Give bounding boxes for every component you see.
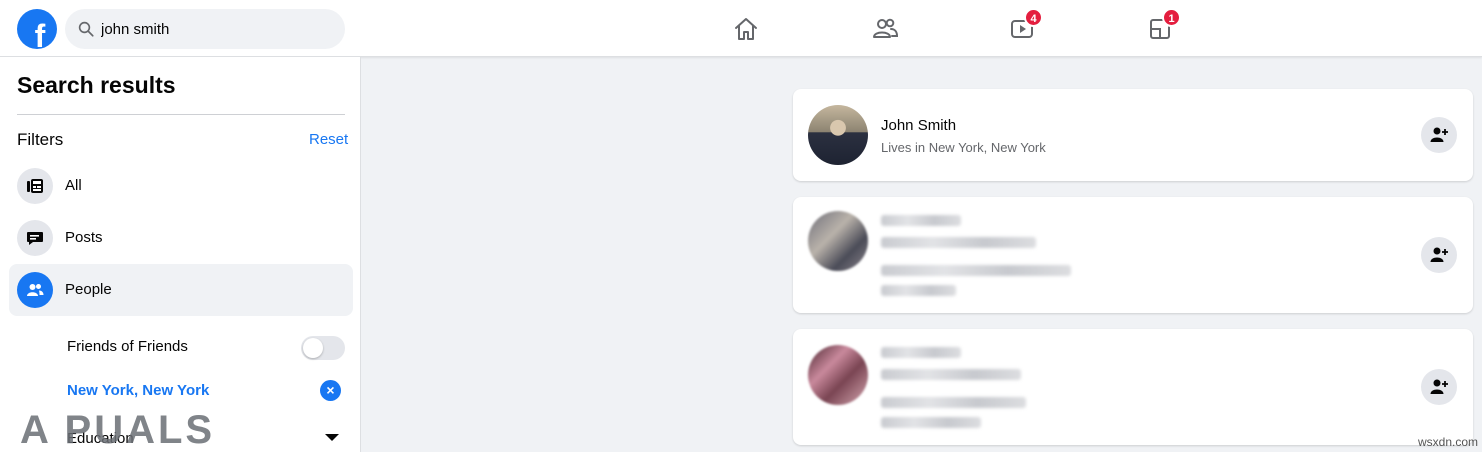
result-card[interactable]: John Smith Lives in New York, New York (793, 89, 1473, 181)
nav-friends-button[interactable] (857, 8, 913, 50)
result-card[interactable] (793, 197, 1473, 313)
location-filter-value[interactable]: New York, New York (67, 382, 209, 399)
newsfeed-icon (27, 179, 43, 193)
nav-gaming-button[interactable]: 1 (1132, 8, 1188, 50)
top-bar: f 4 1 (0, 0, 1482, 57)
filter-posts-label: Posts (65, 229, 103, 246)
add-friend-button[interactable] (1421, 117, 1457, 153)
page-title: Search results (17, 72, 176, 98)
blurred-name (881, 215, 961, 226)
filter-all-circle (17, 168, 53, 204)
nav-watch-button[interactable]: 4 (994, 8, 1050, 50)
search-input[interactable] (101, 9, 331, 49)
posts-icon (27, 232, 43, 245)
result-name[interactable]: John Smith (881, 117, 956, 134)
blurred-detail (881, 417, 981, 428)
blurred-detail (881, 397, 1026, 408)
search-icon (78, 21, 94, 37)
friends-icon (873, 18, 899, 38)
filter-people-label: People (65, 281, 112, 298)
filter-posts-circle (17, 220, 53, 256)
home-icon (735, 18, 757, 40)
profile-avatar[interactable] (808, 211, 868, 271)
blurred-name (881, 347, 961, 358)
filter-people[interactable]: People (9, 264, 353, 316)
filter-people-circle (17, 272, 53, 308)
add-friend-button[interactable] (1421, 237, 1457, 273)
filter-posts[interactable]: Posts (9, 212, 353, 264)
chevron-down-icon[interactable] (325, 434, 339, 441)
result-location: Lives in New York, New York (881, 140, 1046, 155)
toggle-knob (303, 338, 323, 358)
blurred-detail (881, 285, 956, 296)
result-card[interactable] (793, 329, 1473, 445)
search-filters-sidebar: Search results Filters Reset All Posts P… (0, 57, 361, 452)
reset-link[interactable]: Reset (309, 131, 348, 148)
clear-location-icon[interactable]: × (320, 380, 341, 401)
appuals-watermark: A PUALS (20, 408, 216, 452)
search-box[interactable] (65, 9, 345, 49)
watch-badge: 4 (1024, 8, 1043, 27)
profile-avatar[interactable] (808, 345, 868, 405)
add-friend-icon (1430, 127, 1448, 142)
nav-home-button[interactable] (718, 8, 774, 50)
people-icon (27, 284, 44, 296)
filter-all-label: All (65, 177, 82, 194)
friends-of-friends-toggle[interactable] (301, 336, 345, 360)
gaming-badge: 1 (1162, 8, 1181, 27)
blurred-detail (881, 265, 1071, 276)
site-watermark: wsxdn.com (1418, 435, 1479, 449)
profile-avatar[interactable] (808, 105, 868, 165)
divider (17, 114, 345, 115)
add-friend-icon (1430, 247, 1448, 262)
filters-heading: Filters (17, 130, 64, 149)
add-friend-button[interactable] (1421, 369, 1457, 405)
add-friend-icon (1430, 379, 1448, 394)
filter-all[interactable]: All (9, 160, 353, 212)
facebook-logo[interactable]: f (17, 9, 57, 49)
blurred-detail (881, 369, 1021, 380)
blurred-detail (881, 237, 1036, 248)
friends-of-friends-label: Friends of Friends (67, 338, 188, 355)
